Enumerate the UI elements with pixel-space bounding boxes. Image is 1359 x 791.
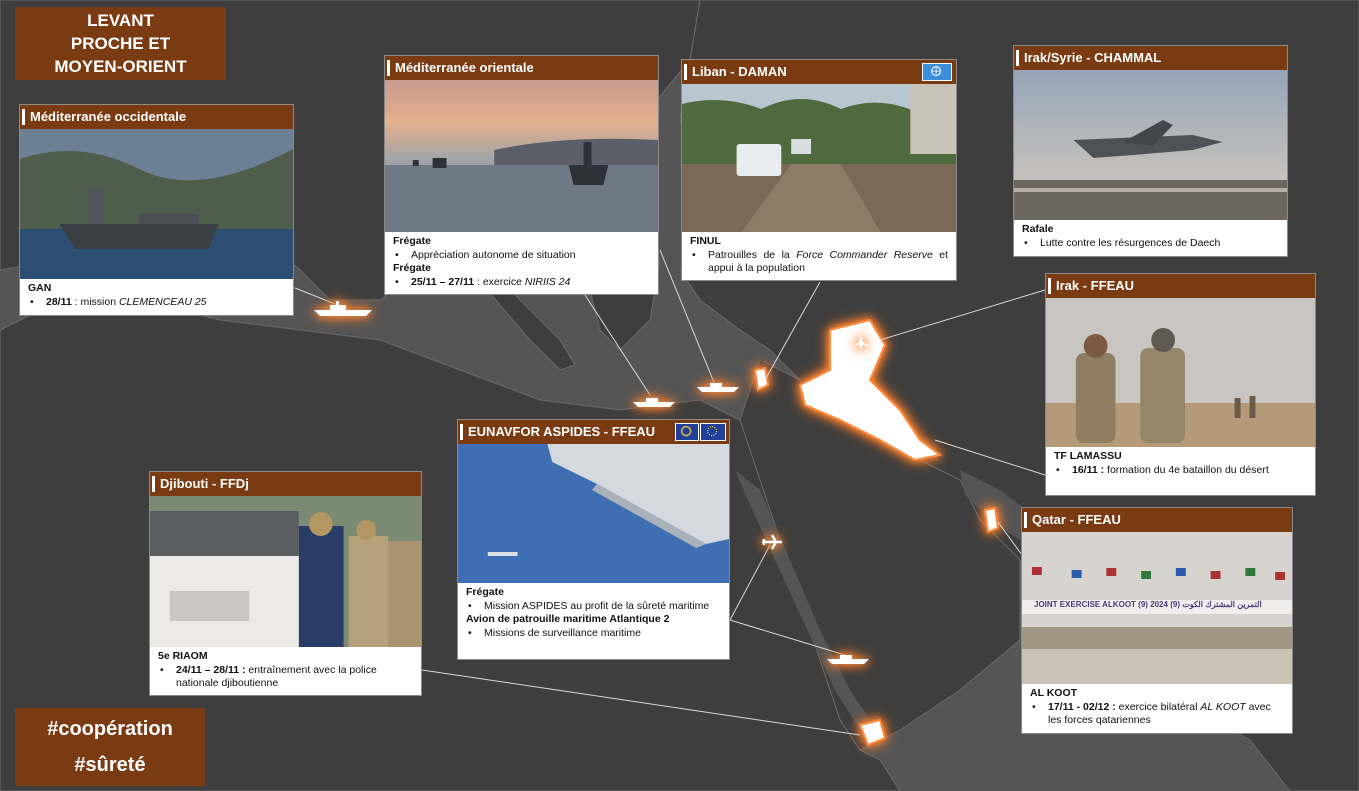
main-title: LEVANT PROCHE ET MOYEN-ORIENT xyxy=(15,7,226,80)
text-niriis: NIRIIS 24 xyxy=(524,275,571,288)
bullet-patrouilles: Patrouilles de la Force Commander Reserv… xyxy=(690,249,948,276)
aircraft-carrier-photo xyxy=(20,129,293,279)
bullet-clemenceau: 28/11 : mission CLEMENCEAU 25 xyxy=(28,296,285,310)
label-gan: GAN xyxy=(28,282,52,294)
label-finul: FINUL xyxy=(690,235,721,247)
label-rafale: Rafale xyxy=(1022,223,1054,235)
panel-aspides-text: Frégate Mission ASPIDES au profit de la … xyxy=(458,583,729,645)
text-exercice-bilateral: exercice bilatéral xyxy=(1115,700,1201,713)
panel-med-occidentale: Méditerranée occidentale GAN 28/11 : mis… xyxy=(19,104,294,316)
panel-irak-syrie-title: Irak/Syrie - CHAMMAL xyxy=(1014,46,1287,70)
bullet-alkoot: 17/11 - 02/12 : exercice bilatéral AL KO… xyxy=(1030,701,1284,728)
panel-irak-syrie: Irak/Syrie - CHAMMAL Rafale Lutte contre… xyxy=(1013,45,1288,257)
panel-med-orientale-text: Frégate Appréciation autonome de situati… xyxy=(385,232,658,294)
date-28-11: 28/11 xyxy=(46,295,72,308)
text-clemenceau: CLEMENCEAU 25 xyxy=(118,295,207,308)
bullet-surveillance: Missions de surveillance maritime xyxy=(466,627,721,641)
finul-patrol-photo xyxy=(682,84,956,232)
panel-djibouti: Djibouti - FFDj 5e RIAOM 24/11 – 28/11 :… xyxy=(149,471,422,696)
label-fregate-1: Frégate xyxy=(393,235,431,247)
panel-aspides: EUNAVFOR ASPIDES - FFEAU Frégate Mission… xyxy=(457,419,730,660)
panel-liban-title: Liban - DAMAN xyxy=(682,60,956,84)
panel-irak: Irak - FFEAU TF LAMASSU 16/11 : formatio… xyxy=(1045,273,1316,496)
bullet-formation: 16/11 : formation du 4e bataillon du dés… xyxy=(1054,464,1307,478)
ship-icon-east-med-1 xyxy=(632,395,676,409)
main-title-line3: MOYEN-ORIENT xyxy=(54,57,187,76)
date-16-11: 16/11 : xyxy=(1072,463,1105,476)
aircraft-icon-iraq xyxy=(851,332,871,352)
panel-irak-text: TF LAMASSU 16/11 : formation du 4e batai… xyxy=(1046,447,1315,481)
date-17-11-02-12: 17/11 - 02/12 : xyxy=(1048,700,1116,713)
label-atlantique-2: Avion de patrouille maritime Atlantique … xyxy=(466,613,670,626)
main-title-line2: PROCHE ET xyxy=(70,34,171,53)
label-tf-lamassu: TF LAMASSU xyxy=(1054,450,1122,462)
ship-icon-east-med-2 xyxy=(696,380,740,394)
label-fregate-aspides: Frégate xyxy=(466,586,504,598)
bullet-appreciation: Appréciation autonome de situation xyxy=(393,249,650,263)
text-al-koot: AL KOOT xyxy=(1200,700,1246,713)
text-exercice: : exercice xyxy=(474,275,525,288)
panel-qatar-text: AL KOOT 17/11 - 02/12 : exercice bilatér… xyxy=(1022,684,1292,732)
ship-icon-west-med xyxy=(312,300,374,318)
hashtag-surete: #sûreté xyxy=(74,754,146,776)
aircraft-icon-red-sea xyxy=(760,532,784,552)
bullet-niriis: 25/11 – 27/11 : exercice NIRIIS 24 xyxy=(393,276,650,290)
date-25-27-11: 25/11 – 27/11 xyxy=(411,275,475,288)
bullet-entrainement: 24/11 – 28/11 : entraînement avec la pol… xyxy=(158,664,413,691)
date-24-28-11: 24/11 – 28/11 : xyxy=(176,663,246,676)
ship-icon-red-sea xyxy=(826,652,870,666)
panel-med-occidentale-text: GAN 28/11 : mission CLEMENCEAU 25 xyxy=(20,279,293,313)
soldiers-desert-photo xyxy=(1046,298,1315,447)
hashtag-box: #coopération #sûreté xyxy=(15,708,205,786)
bullet-mission-aspides: Mission ASPIDES au profit de la sûreté m… xyxy=(466,600,721,614)
panel-liban: Liban - DAMAN FINUL Patrouilles de la Fo… xyxy=(681,59,957,281)
alkoot-banner-text: JOINT EXERCISE ALKOOT (9) 2024 التمرين ا… xyxy=(1034,600,1262,609)
eu-flag-icon xyxy=(700,423,726,441)
un-flag-icon xyxy=(922,63,952,81)
hashtag-cooperation: #coopération xyxy=(47,718,173,740)
aspides-emblem-icon xyxy=(675,423,699,441)
label-riaom: 5e RIAOM xyxy=(158,650,208,662)
panel-med-occidentale-title: Méditerranée occidentale xyxy=(20,105,293,129)
frigates-sunset-photo xyxy=(385,80,658,232)
text-mission: : mission xyxy=(71,295,119,308)
panel-med-orientale: Méditerranée orientale Frégate Appréciat… xyxy=(384,55,659,295)
label-al-koot: AL KOOT xyxy=(1030,687,1078,699)
djibouti-training-photo xyxy=(150,496,421,647)
panel-med-orientale-title: Méditerranée orientale xyxy=(385,56,658,80)
maritime-patrol-photo xyxy=(458,444,729,583)
text-formation: formation du 4e bataillon du désert xyxy=(1104,463,1269,476)
panel-liban-text: FINUL Patrouilles de la Force Commander … xyxy=(682,232,956,280)
panel-irak-title: Irak - FFEAU xyxy=(1046,274,1315,298)
alkoot-exercise-photo: JOINT EXERCISE ALKOOT (9) 2024 التمرين ا… xyxy=(1022,532,1292,684)
text-force-commander: Force Commander Reserve xyxy=(796,248,933,261)
rafale-photo xyxy=(1014,70,1287,220)
panel-djibouti-text: 5e RIAOM 24/11 – 28/11 : entraînement av… xyxy=(150,647,421,695)
label-fregate-2: Frégate xyxy=(393,262,431,275)
bullet-daech: Lutte contre les résurgences de Daech xyxy=(1022,237,1279,251)
panel-qatar-title: Qatar - FFEAU xyxy=(1022,508,1292,532)
panel-qatar: Qatar - FFEAU JOINT EXERCISE ALKOOT (9) … xyxy=(1021,507,1293,734)
panel-irak-syrie-text: Rafale Lutte contre les résurgences de D… xyxy=(1014,220,1287,254)
main-title-line1: LEVANT xyxy=(87,11,154,30)
panel-djibouti-title: Djibouti - FFDj xyxy=(150,472,421,496)
text-patrouilles: Patrouilles de la xyxy=(708,248,797,261)
infographic-stage: LEVANT PROCHE ET MOYEN-ORIENT #coopérati… xyxy=(0,0,1359,791)
